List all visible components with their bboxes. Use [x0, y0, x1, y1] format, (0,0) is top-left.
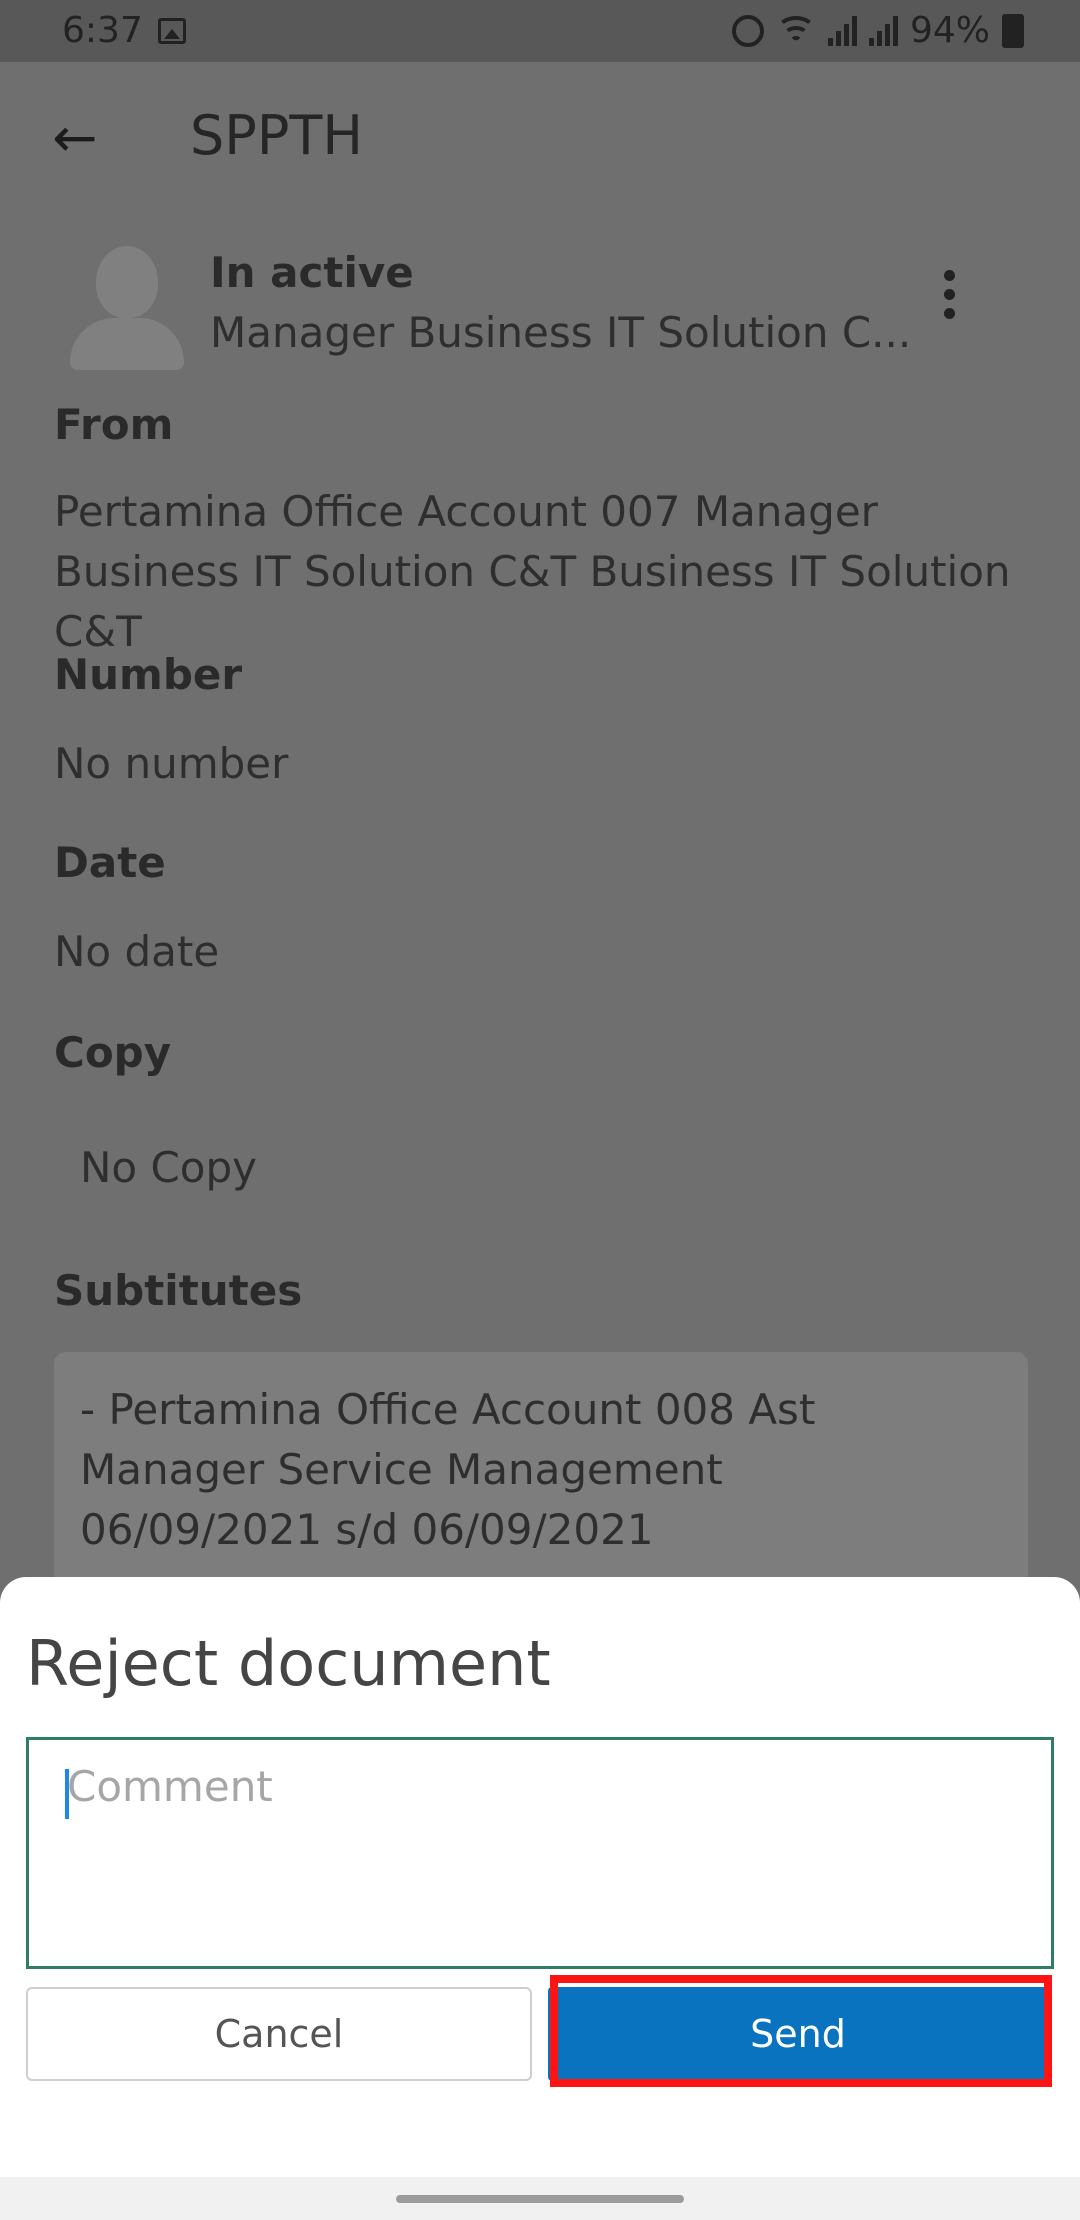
page-title: SPPTH: [190, 104, 363, 167]
comment-input[interactable]: [26, 1737, 1054, 1969]
account-role: Manager Business IT Solution C...: [210, 308, 912, 357]
cancel-button[interactable]: Cancel: [26, 1987, 532, 2081]
substitutes-label: Subtitutes: [54, 1266, 303, 1315]
back-button[interactable]: ←: [40, 102, 110, 172]
status-bar: 6:37 94%: [0, 0, 1080, 62]
signal-icon: [868, 15, 898, 46]
text-caret: [65, 1769, 69, 1819]
copy-label: Copy: [54, 1028, 172, 1077]
number-label: Number: [54, 650, 243, 699]
account-status: In active: [210, 248, 414, 297]
reject-document-sheet: Reject document Cancel Send: [0, 1577, 1080, 2177]
wifi-icon: [775, 15, 816, 46]
arrow-left-icon: ←: [52, 105, 98, 169]
avatar: [66, 240, 186, 370]
sheet-title: Reject document: [26, 1627, 551, 1700]
date-label: Date: [54, 838, 166, 887]
send-button[interactable]: Send: [548, 1987, 1048, 2081]
substitutes-value: - Pertamina Office Account 008 Ast Manag…: [54, 1352, 1028, 1592]
signal-icon: [827, 15, 857, 46]
date-value: No date: [54, 927, 220, 976]
from-label: From: [54, 400, 174, 449]
status-time: 6:37: [62, 10, 143, 51]
number-value: No number: [54, 739, 289, 788]
more-vertical-icon: [944, 270, 955, 281]
image-icon: [158, 18, 186, 44]
battery-charging-icon: [1002, 13, 1024, 48]
app-bar: ← SPPTH: [0, 62, 1080, 212]
status-icons: 94%: [731, 10, 1024, 51]
more-options-button[interactable]: [944, 270, 955, 319]
copy-value: No Copy: [80, 1143, 258, 1192]
alarm-icon: [731, 14, 764, 47]
from-value: Pertamina Office Account 007 Manager Bus…: [54, 487, 1011, 656]
home-handle[interactable]: [396, 2195, 684, 2203]
navigation-bar: [0, 2177, 1080, 2220]
battery-percent: 94%: [909, 10, 990, 51]
